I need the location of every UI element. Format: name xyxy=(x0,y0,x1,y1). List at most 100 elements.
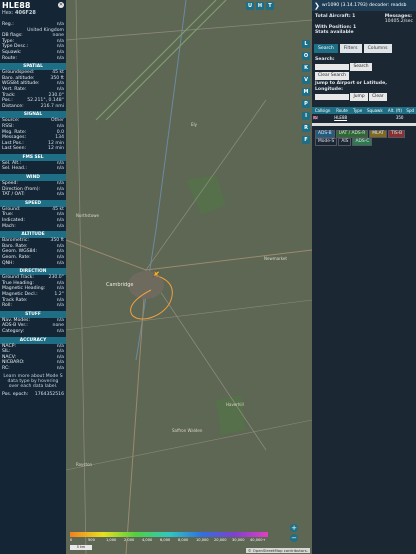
toolbar-button-p[interactable]: P xyxy=(302,100,310,108)
column-header[interactable]: Squawk xyxy=(364,107,386,115)
colorbar-tick-label: 500 xyxy=(88,538,95,542)
zoom-in-button[interactable]: + xyxy=(290,524,298,532)
aircraft-info-panel: HLE88 Hex: 406F28 ✕ Reg.: n/a United Kingd… xyxy=(0,0,66,554)
info-row-value: 12 min xyxy=(48,146,64,152)
info-row-label: Distance: xyxy=(2,103,24,109)
source-chip: ADS-C xyxy=(352,138,373,147)
info-row: Category: n/a xyxy=(0,329,66,335)
source-chip: AIS xyxy=(338,138,352,147)
column-header[interactable]: Spd xyxy=(404,107,416,115)
collapse-arrow-icon[interactable]: ❯ xyxy=(314,2,320,10)
section-header[interactable]: ACCURACY xyxy=(0,336,66,344)
toolbar-button-v[interactable]: V xyxy=(302,76,310,84)
table-scrollbar[interactable] xyxy=(312,123,416,127)
info-row-label: TAT / OAT: xyxy=(2,192,25,198)
info-row: Route: n/a xyxy=(0,56,66,62)
toolbar-button-l[interactable]: L xyxy=(302,40,310,48)
column-header[interactable]: Alt. (ft) xyxy=(385,107,405,115)
info-row-value: n/a xyxy=(56,192,64,198)
info-row-value: n/a xyxy=(56,55,64,61)
clear-button[interactable]: Clear xyxy=(369,92,387,101)
clear-search-button[interactable]: Clear Search xyxy=(315,72,349,81)
info-row: Roll: n/a xyxy=(0,303,66,309)
pos-epoch-label: Pos. epoch: xyxy=(2,391,29,397)
info-row-label: Sel. Head.: xyxy=(2,166,27,172)
toolbar-button-k[interactable]: K xyxy=(302,64,310,72)
table-row[interactable]: 🇬🇧 HLE88 350 xyxy=(312,114,416,121)
stats-block: Total Aircraft: 1 Messages: 10405.2/sec W… xyxy=(312,11,416,36)
section-header[interactable]: SPEED xyxy=(0,199,66,207)
column-header[interactable]: Callsign xyxy=(312,107,334,115)
column-header[interactable]: Route xyxy=(333,107,351,115)
info-row-value: n/a xyxy=(56,328,64,334)
total-label: Total Aircraft: xyxy=(315,14,351,19)
info-row-value: 216.7 nmi xyxy=(40,103,64,109)
map-place-label: Saffron Walden xyxy=(172,428,203,433)
colorbar-tick-label: 30,000 xyxy=(232,538,245,542)
source-chip: ADS-B xyxy=(315,130,335,139)
aircraft-table: Callsign Route Type Squawk Alt. (ft) Spd 🇬🇧 HL… xyxy=(312,107,416,121)
info-row-value: n/a xyxy=(56,303,64,309)
info-row-value: n/a xyxy=(56,166,64,172)
map-place-label: Ely xyxy=(191,122,198,127)
info-row-value: n/a xyxy=(56,365,64,371)
toolbar-button-t[interactable]: T xyxy=(266,2,274,10)
colorbar-tick-label: 10,000 xyxy=(196,538,209,542)
zoom-out-button[interactable]: − xyxy=(290,534,298,542)
info-row: Distance: 216.7 nmi xyxy=(0,104,66,110)
jump-button[interactable]: Jump xyxy=(350,92,368,101)
info-row-value: n/a xyxy=(56,223,64,229)
pos-epoch-value: 1764352516 xyxy=(34,391,64,397)
jump-input[interactable] xyxy=(315,93,349,100)
map-place-label: Haverhill xyxy=(226,402,244,407)
tab-columns[interactable]: Columns xyxy=(363,43,392,53)
source-chip: Mode-S xyxy=(315,138,338,147)
colorbar-tick-label: 8,000 xyxy=(178,538,189,542)
callsign-cell[interactable]: HLE88 xyxy=(333,114,351,121)
info-row-label: Mach: xyxy=(2,223,16,229)
info-row: QNH: n/a xyxy=(0,261,66,267)
toolbar-button-m[interactable]: M xyxy=(302,88,310,96)
colorbar-tick-label: 0 xyxy=(70,538,73,542)
toolbar-button-f[interactable]: F xyxy=(302,136,310,144)
total-value: 1 xyxy=(352,14,356,19)
toolbar-button-i[interactable]: I xyxy=(302,112,310,120)
info-row: Sel. Head.: n/a xyxy=(0,166,66,172)
info-row-value: n/a xyxy=(56,260,64,266)
toolbar-button-o[interactable]: O xyxy=(302,52,310,60)
empty-cell xyxy=(404,114,416,121)
column-header[interactable]: Type xyxy=(350,107,365,115)
search-input[interactable] xyxy=(315,63,349,70)
altitude-colorbar xyxy=(70,532,268,537)
section-header[interactable]: STUFF xyxy=(0,310,66,318)
toolbar-button-r[interactable]: R xyxy=(302,124,310,132)
colorbar-tick-label: 1,000 xyxy=(106,538,117,542)
map-place-label: Royston xyxy=(76,462,93,467)
close-icon[interactable]: ✕ xyxy=(58,2,64,8)
map-place-label: Northstowe xyxy=(76,213,100,218)
info-header: HLE88 Hex: 406F28 ✕ xyxy=(0,0,66,17)
info-row: Last Seen: 12 min xyxy=(0,146,66,152)
search-button[interactable]: Search xyxy=(350,62,372,71)
right-topbar: ❯ wr1090 (3.14.1793) decoder: readsb xyxy=(312,0,416,11)
toolbar-button-h[interactable]: H xyxy=(256,2,264,10)
help-note: Learn more about Mode S data type by hov… xyxy=(3,373,63,390)
section-header[interactable]: WIND xyxy=(0,174,66,182)
map-attribution[interactable]: © OpenStreetMap contributors. xyxy=(245,548,310,553)
tab-search[interactable]: Search xyxy=(314,43,338,53)
search-block: Search: Search Clear Search Jump to Airp… xyxy=(312,55,416,104)
woodland-area xyxy=(216,395,246,435)
hex-label: Hex: xyxy=(2,10,14,16)
map-view[interactable]: Northstowe Cambridge Newmarket Ely Saffron W… xyxy=(66,0,312,554)
stats-link[interactable]: Stats available xyxy=(315,30,354,35)
section-header[interactable]: FMS SEL xyxy=(0,153,66,161)
altitude-cell: 350 xyxy=(395,115,404,121)
toolbar-button-u[interactable]: U xyxy=(246,2,254,10)
colorbar-tick-label: 6,000 xyxy=(160,538,171,542)
version-text[interactable]: wr1090 (3.14.1793) decoder: readsb xyxy=(322,3,407,8)
source-chip: UAT / ADS-R xyxy=(335,130,369,139)
pos-epoch-row: Pos. epoch: 1764352516 xyxy=(0,392,66,398)
messages-value: 10405.2/sec xyxy=(384,19,413,25)
info-row-label: RC: xyxy=(2,365,10,371)
tab-filters[interactable]: Filters xyxy=(339,43,362,53)
